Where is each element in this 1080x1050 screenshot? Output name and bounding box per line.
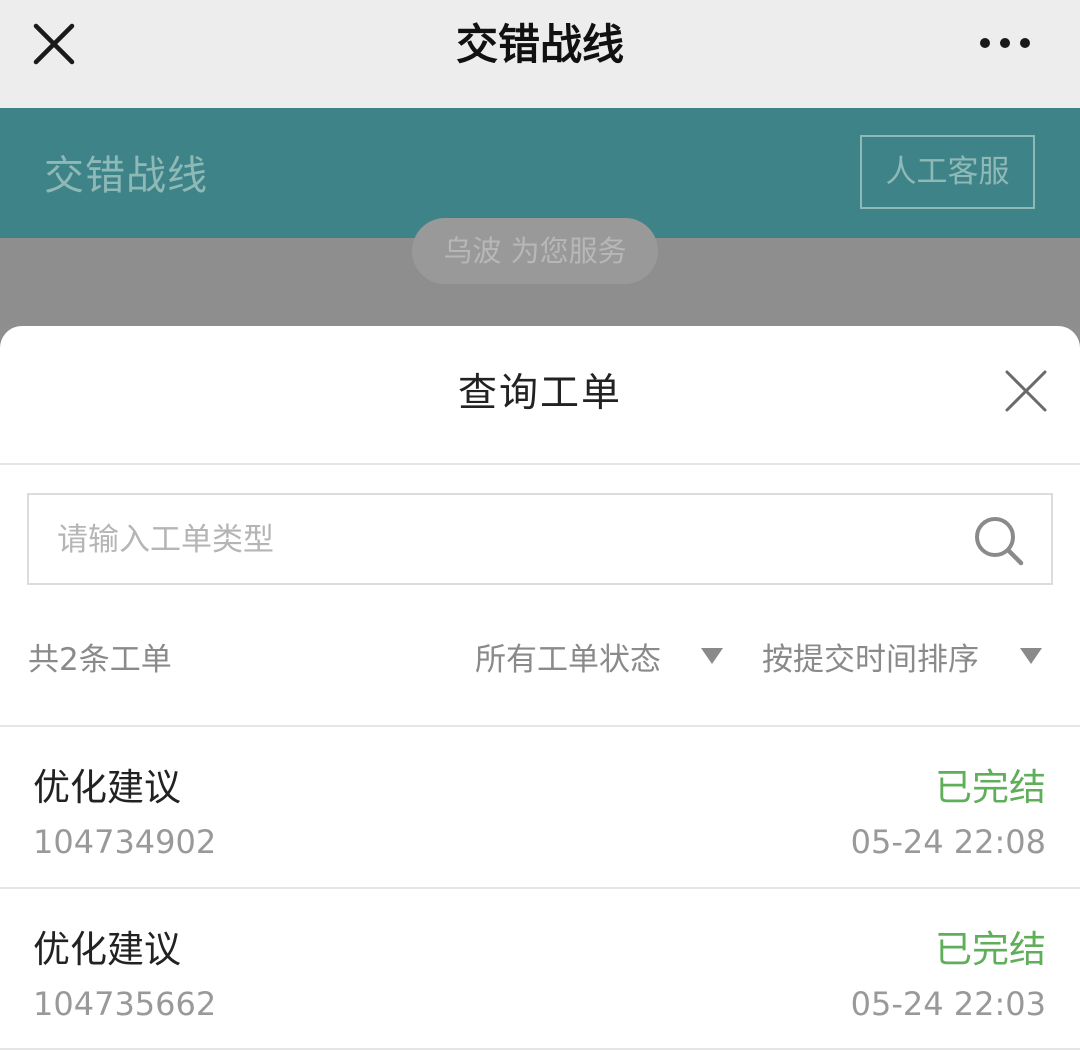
filter-row: 共2条工单 所有工单状态 按提交时间排序 [0, 626, 1080, 686]
search-box [27, 493, 1053, 585]
ticket-count: 共2条工单 [28, 642, 172, 678]
ticket-query-sheet: 查询工单 共2条工单 所有工单状态 按提交时间排序 优化建议 已完结 10473… [0, 326, 1080, 1050]
ticket-status: 已完结 [935, 928, 1046, 971]
app-brand: 交错战线 [44, 153, 208, 199]
ticket-type: 优化建议 [33, 766, 181, 809]
top-bar: 交错战线 [0, 0, 1080, 108]
ticket-id: 104735662 [33, 985, 217, 1023]
page-title: 交错战线 [455, 20, 624, 69]
ticket-status: 已完结 [935, 766, 1046, 809]
more-dots-icon[interactable] [975, 28, 1035, 58]
ticket-id: 104734902 [33, 823, 217, 861]
close-icon[interactable] [1003, 368, 1049, 414]
sheet-title: 查询工单 [457, 371, 622, 416]
human-service-button[interactable]: 人工客服 [860, 135, 1035, 209]
status-filter-dropdown[interactable]: 所有工单状态 [475, 634, 661, 679]
ticket-time: 05-24 22:08 [850, 823, 1046, 861]
ticket-time: 05-24 22:03 [850, 985, 1046, 1023]
serving-notice: 乌波 为您服务 [412, 218, 658, 284]
sort-filter-dropdown[interactable]: 按提交时间排序 [762, 634, 979, 679]
ticket-row[interactable]: 优化建议 已完结 104734902 05-24 22:08 [0, 727, 1080, 887]
search-input[interactable] [57, 513, 937, 567]
chevron-down-icon[interactable] [701, 648, 723, 664]
ticket-type: 优化建议 [33, 928, 181, 971]
divider [0, 463, 1080, 465]
search-icon[interactable] [971, 513, 1027, 569]
chevron-down-icon[interactable] [1020, 648, 1042, 664]
ticket-row[interactable]: 优化建议 已完结 104735662 05-24 22:03 [0, 889, 1080, 1049]
